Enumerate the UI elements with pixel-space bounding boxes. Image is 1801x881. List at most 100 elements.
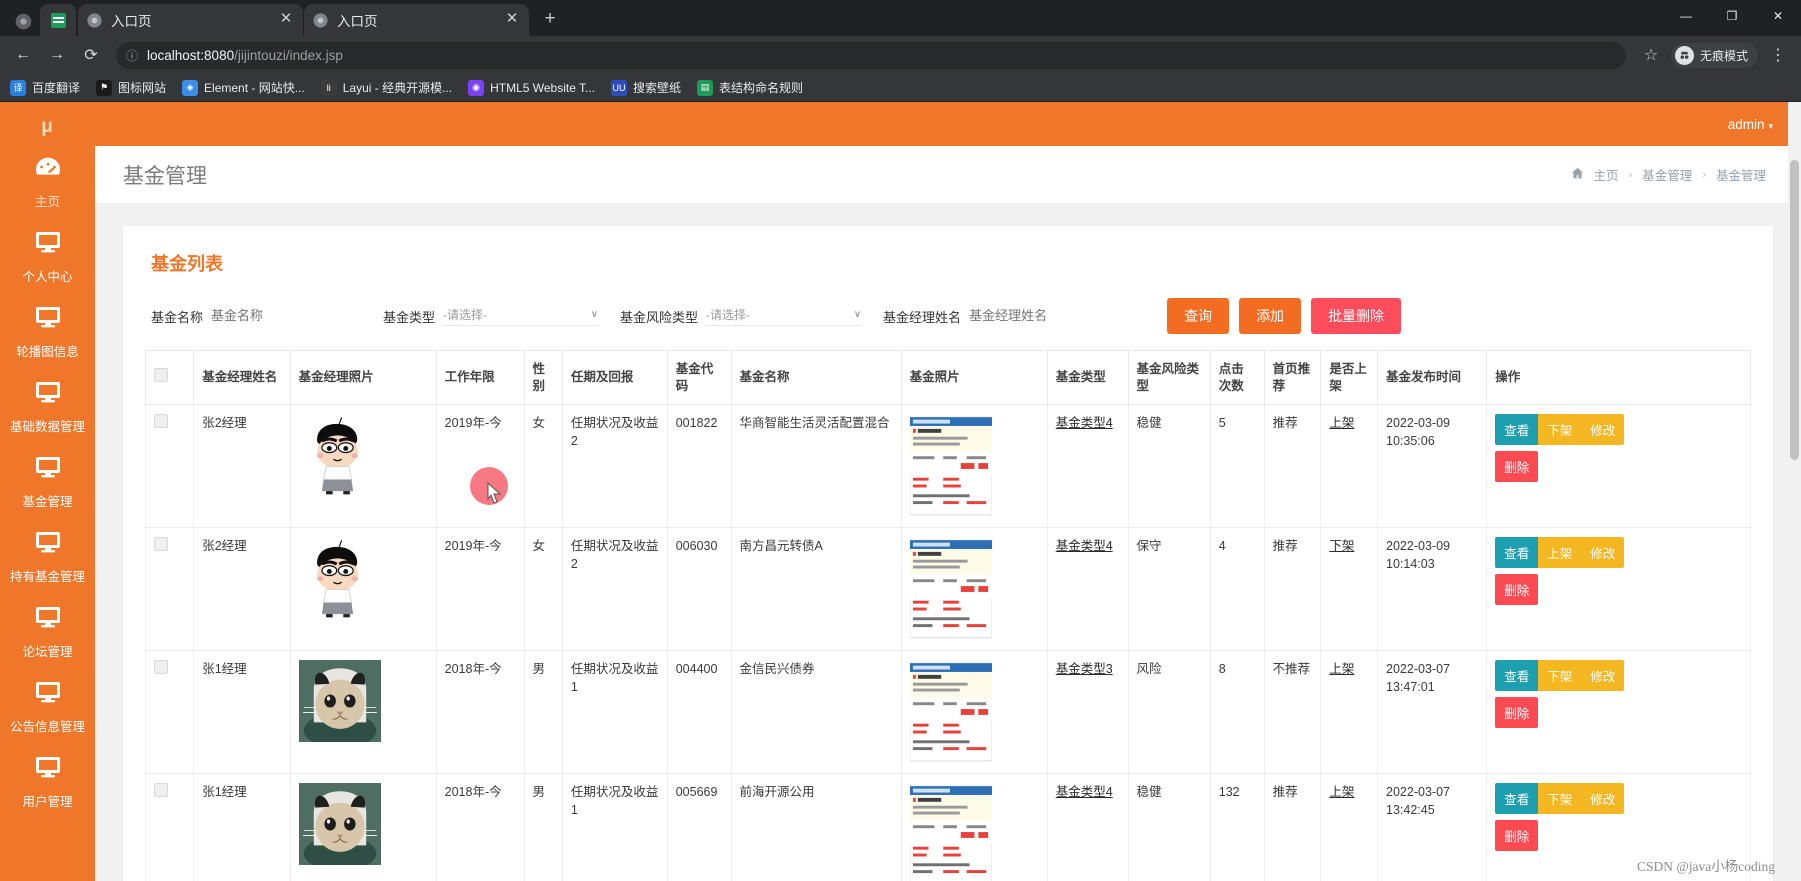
bookmark-item[interactable]: ▤ 表结构命名规则 — [697, 79, 803, 96]
scrollbar-thumb[interactable] — [1790, 160, 1799, 460]
fund-type-link[interactable]: 基金类型4 — [1056, 416, 1113, 430]
sidebar-item-label: 基础数据管理 — [9, 420, 85, 434]
sidebar-item-announcement-management[interactable]: 公告信息管理 — [0, 669, 95, 744]
edit-button[interactable]: 修改 — [1581, 783, 1625, 814]
on-shelf-link[interactable]: 上架 — [1329, 662, 1354, 676]
on-shelf-link[interactable]: 下架 — [1329, 539, 1354, 553]
view-button[interactable]: 查看 — [1495, 660, 1539, 691]
admin-menu[interactable]: admin ▾ — [1728, 117, 1773, 132]
browser-tab-2[interactable]: 入口页 ✕ — [304, 4, 529, 36]
chrome-menu-icon[interactable]: ⋮ — [1763, 40, 1793, 70]
delete-button[interactable]: 删除 — [1495, 451, 1539, 482]
cell-fund-type: 基金类型4 — [1046, 404, 1129, 528]
row-checkbox[interactable] — [154, 783, 168, 797]
tab-close-icon[interactable]: ✕ — [503, 11, 521, 29]
delete-button[interactable]: 删除 — [1495, 697, 1539, 728]
bookmark-item[interactable]: ◈ Element - 网站快... — [182, 79, 305, 96]
crayon-shinchan-avatar-icon — [316, 417, 358, 495]
shelf-toggle-button[interactable]: 下架 — [1538, 783, 1582, 814]
fund-type-select[interactable]: -请选择- ∨ — [443, 306, 599, 326]
bookmark-item[interactable]: ◉ HTML5 Website T... — [468, 79, 595, 96]
new-tab-button[interactable]: + — [536, 6, 564, 34]
cell-risk-type: 保守 — [1127, 527, 1211, 651]
browser-tab-1[interactable]: 入口页 ✕ — [78, 4, 303, 36]
bookmark-item[interactable]: ⚑ 图标网站 — [96, 79, 166, 96]
cell-on-shelf: 上架 — [1320, 650, 1379, 774]
home-icon[interactable] — [1571, 167, 1584, 183]
sidebar-item-fund-management[interactable]: 基金管理 — [0, 444, 95, 519]
row-select-cell[interactable] — [144, 527, 195, 651]
site-info-icon[interactable]: ⓘ — [126, 47, 138, 64]
risk-type-select[interactable]: -请选择- ∨ — [706, 306, 862, 326]
query-button[interactable]: 查询 — [1167, 298, 1230, 334]
view-button[interactable]: 查看 — [1495, 783, 1539, 814]
cell-gender: 男 — [523, 650, 563, 774]
address-bar[interactable]: ⓘ localhost:8080 /jijintouzi/index.jsp — [116, 41, 1626, 69]
batch-delete-button[interactable]: 批量删除 — [1311, 298, 1402, 334]
bookmark-star-icon[interactable]: ☆ — [1636, 40, 1666, 70]
cell-manager-name: 张1经理 — [193, 650, 291, 774]
on-shelf-link[interactable]: 上架 — [1329, 416, 1354, 430]
cell-fund-name: 南方昌元转债A — [730, 527, 902, 651]
sidebar-item-held-fund-management[interactable]: 持有基金管理 — [0, 519, 95, 594]
edit-button[interactable]: 修改 — [1581, 414, 1625, 445]
tab-close-icon[interactable]: ✕ — [277, 11, 295, 29]
bookmark-favicon-icon: UU — [611, 79, 628, 96]
bookmark-favicon-icon: li — [320, 79, 337, 96]
breadcrumb-item-fund-management[interactable]: 基金管理 — [1642, 165, 1692, 184]
fund-name-input[interactable] — [211, 308, 362, 324]
table-header-row: 基金经理姓名 基金经理照片 工作年限 性别 任期及回报 基金代码 基金名称 基金… — [144, 350, 1751, 405]
bookmark-item[interactable]: li Layui - 经典开源模... — [320, 79, 452, 96]
delete-button[interactable]: 删除 — [1495, 820, 1539, 851]
on-shelf-link[interactable]: 上架 — [1329, 785, 1354, 799]
row-select-cell[interactable] — [144, 773, 195, 881]
minimize-button[interactable]: — — [1663, 0, 1709, 32]
row-checkbox[interactable] — [154, 414, 168, 428]
fund-type-link[interactable]: 基金类型3 — [1056, 662, 1113, 676]
sidebar-item-forum-management[interactable]: 论坛管理 — [0, 594, 95, 669]
view-button[interactable]: 查看 — [1495, 537, 1539, 568]
forward-icon[interactable]: → — [42, 40, 72, 70]
shelf-toggle-button[interactable]: 下架 — [1538, 414, 1582, 445]
bookmark-item[interactable]: 译百度翻译 — [10, 79, 80, 96]
fund-type-link[interactable]: 基金类型4 — [1056, 539, 1113, 553]
bookmark-favicon-icon: ▤ — [697, 79, 714, 96]
bookmark-item[interactable]: UU 搜索壁纸 — [611, 79, 681, 96]
row-select-cell[interactable] — [144, 404, 195, 528]
row-checkbox[interactable] — [154, 660, 168, 674]
sidebar-item-carousel-info[interactable]: 轮播图信息 — [0, 294, 95, 369]
bookmarks-bar: 译百度翻译 ⚑ 图标网站 ◈ Element - 网站快... li Layui - … — [0, 74, 1801, 102]
edit-button[interactable]: 修改 — [1581, 660, 1625, 691]
breadcrumb-item-home[interactable]: 主页 — [1594, 165, 1619, 184]
maximize-button[interactable]: ❐ — [1709, 0, 1755, 32]
table-row: 张1经理 — [144, 650, 1751, 774]
pinned-tab-sheets[interactable] — [40, 4, 76, 36]
row-select-cell[interactable] — [144, 650, 195, 774]
sidebar-item-base-data[interactable]: 基础数据管理 — [0, 369, 95, 444]
cell-gender: 女 — [523, 404, 563, 528]
manager-name-input[interactable] — [969, 308, 1120, 324]
incognito-indicator[interactable]: 无痕模式 — [1670, 42, 1758, 68]
view-button[interactable]: 查看 — [1495, 414, 1539, 445]
bookmark-label: 表结构命名规则 — [719, 81, 804, 95]
page-scrollbar[interactable] — [1788, 102, 1801, 881]
sidebar-item-personal-center[interactable]: 个人中心 — [0, 219, 95, 294]
back-icon[interactable]: ← — [8, 40, 38, 70]
monitor-icon — [34, 680, 62, 709]
filter-manager-name: 基金经理姓名 — [883, 307, 1120, 326]
select-all-checkbox[interactable] — [154, 368, 168, 383]
sidebar-item-user-management[interactable]: 用户管理 — [0, 744, 95, 819]
add-button[interactable]: 添加 — [1239, 298, 1302, 334]
sidebar-item-home[interactable]: 主页 — [0, 144, 95, 219]
col-fund-code: 基金代码 — [666, 350, 732, 405]
fund-type-link[interactable]: 基金类型4 — [1056, 785, 1113, 799]
reload-icon[interactable]: ⟳ — [76, 40, 106, 70]
close-window-button[interactable]: ✕ — [1755, 0, 1801, 32]
row-action-buttons: 查看 下架 修改 删除 — [1495, 660, 1643, 728]
delete-button[interactable]: 删除 — [1495, 574, 1539, 605]
shelf-toggle-button[interactable]: 下架 — [1538, 660, 1582, 691]
row-checkbox[interactable] — [154, 537, 168, 551]
edit-button[interactable]: 修改 — [1581, 537, 1625, 568]
shelf-toggle-button[interactable]: 上架 — [1538, 537, 1582, 568]
select-all-header[interactable] — [144, 350, 195, 405]
